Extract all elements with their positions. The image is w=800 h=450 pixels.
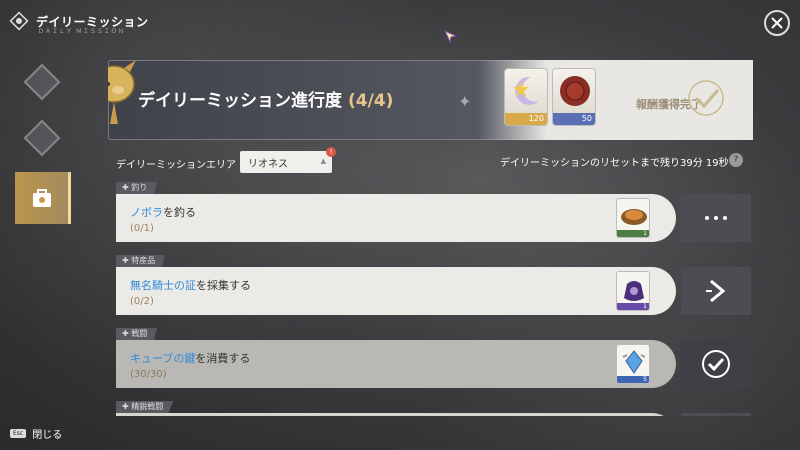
footer-close[interactable]: Esc 閉じる: [10, 426, 62, 441]
mission-body: [116, 413, 676, 416]
mission-target[interactable]: キューブの鍵: [130, 352, 195, 365]
mission-progress: (0/1): [130, 223, 154, 234]
sidebar-item-compass[interactable]: [22, 62, 62, 102]
mission-name: 無名騎士の証を採集する: [130, 277, 251, 293]
sword-icon: [23, 119, 61, 157]
go-button[interactable]: [681, 267, 751, 315]
mission-row: ✚ 精鋭戦闘: [116, 401, 753, 416]
mission-category: ✚ 精鋭戦闘: [116, 401, 174, 413]
more-button[interactable]: [681, 194, 751, 242]
chevron-down-icon: ▲: [320, 157, 326, 165]
close-icon: [771, 17, 783, 29]
mission-target[interactable]: ノボラ: [130, 206, 163, 219]
reward-card-seal[interactable]: 50: [552, 68, 596, 126]
area-select-value: リオネス: [248, 159, 288, 170]
reward-count: 50: [553, 113, 595, 125]
progress-title: デイリーミッション進行度 (4/4): [138, 86, 393, 111]
mission-category-text: 精鋭戦闘: [131, 402, 164, 411]
close-button[interactable]: [764, 10, 790, 36]
close-label: 閉じる: [32, 430, 63, 441]
mission-name: ノボラを釣る: [130, 204, 196, 220]
mission-category: ✚ 特産品: [116, 255, 166, 267]
mission-target[interactable]: 無名騎士の証: [130, 279, 196, 292]
mission-progress: (30/30): [130, 369, 167, 380]
item-count: 1: [617, 303, 649, 310]
mission-action: を採集する: [196, 279, 251, 292]
mission-action: を消費する: [195, 352, 251, 365]
mission-category-text: 戦闘: [131, 329, 148, 338]
sparkle-icon: ✦: [458, 92, 472, 111]
mission-category: ✚ 釣り: [116, 182, 158, 194]
mission-row: ✚ 戦闘 キューブの鍵を消費する (30/30) 5: [116, 328, 753, 390]
progress-count: (4/4): [348, 91, 394, 111]
reward-item[interactable]: 5: [616, 344, 650, 384]
reward-item[interactable]: 1: [616, 198, 650, 238]
app-subtitle: ＤＡＩＬＹ ＭＩＳＳＩＯＮ: [38, 28, 125, 35]
notification-badge: !: [326, 147, 336, 157]
compass-icon: [23, 63, 61, 101]
item-count: 1: [617, 230, 649, 237]
mission-category-text: 特産品: [131, 256, 156, 265]
reward-item[interactable]: 1: [616, 271, 650, 311]
item-count: 5: [617, 376, 649, 383]
sidebar-item-battle[interactable]: [22, 118, 62, 158]
sidebar-item-daily-mission[interactable]: [15, 172, 71, 224]
check-icon: [702, 350, 730, 378]
esc-key: Esc: [10, 429, 27, 438]
mission-body: 無名騎士の証を採集する (0/2) 1: [116, 267, 676, 315]
help-icon[interactable]: ?: [729, 153, 743, 167]
mission-name: キューブの鍵を消費する: [130, 350, 250, 366]
moon-star-icon: [513, 76, 539, 105]
mission-category: ✚ 戦闘: [116, 328, 158, 340]
check-stamp-icon: [688, 80, 724, 116]
completed-button[interactable]: [681, 340, 751, 388]
reward-card-moon[interactable]: 120: [504, 68, 548, 126]
pouch-icon: [624, 281, 644, 301]
fish-dish-icon: [621, 209, 647, 225]
go-icon: [706, 279, 726, 303]
mission-panel: デイリーミッション進行度 (4/4) ✦ 120 50 報酬獲得完了 デイリーミッ…: [108, 56, 753, 416]
reward-count: 120: [505, 113, 547, 125]
wax-seal-icon: [560, 76, 590, 106]
mission-body: ノボラを釣る (0/1) 1: [116, 194, 676, 242]
mission-progress: (0/2): [130, 296, 154, 307]
crystal-icon: [622, 350, 646, 374]
progress-title-text: デイリーミッション進行度: [138, 91, 342, 111]
more-icon: [705, 216, 727, 220]
mission-row: ✚ 特産品 無名騎士の証を採集する (0/2) 1: [116, 255, 753, 317]
area-select[interactable]: リオネス ▲ !: [240, 147, 336, 173]
action-button[interactable]: [681, 413, 751, 416]
mission-row: ✚ 釣り ノボラを釣る (0/1) 1: [116, 182, 753, 244]
compass-icon: [9, 11, 29, 31]
mission-bag-icon: [32, 189, 51, 207]
mission-body: キューブの鍵を消費する (30/30) 5: [116, 340, 676, 388]
mission-category-text: 釣り: [131, 183, 148, 192]
cursor-icon: [444, 30, 458, 44]
reset-timer: デイリーミッションのリセットまで残り39分 19秒: [500, 158, 729, 169]
area-label: デイリーミッションエリア: [116, 160, 236, 171]
mission-action: を釣る: [163, 206, 196, 219]
